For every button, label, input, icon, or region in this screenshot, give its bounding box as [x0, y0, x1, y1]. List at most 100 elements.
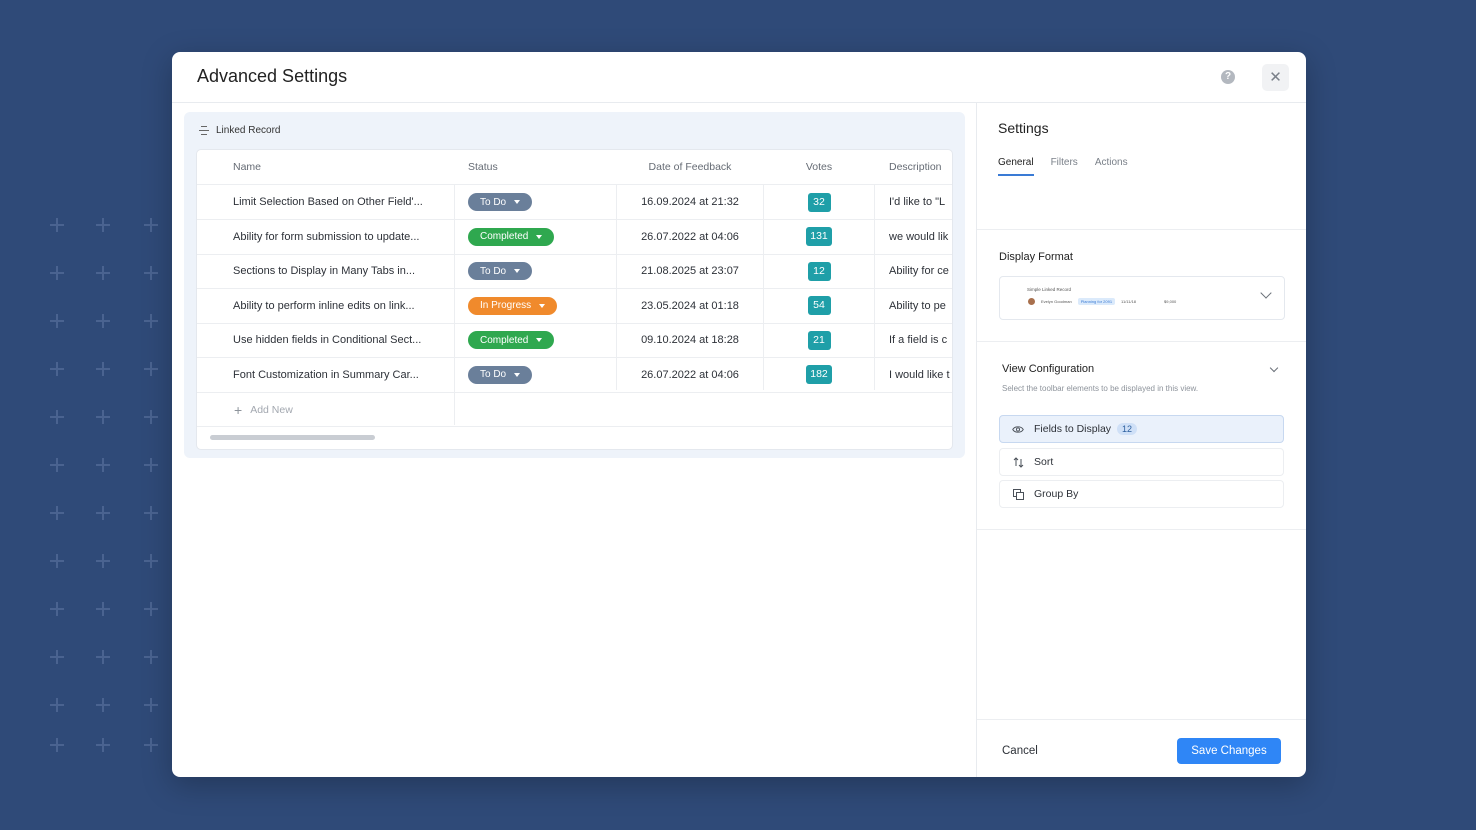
- row-date: 16.09.2024 at 21:32: [641, 196, 739, 208]
- status-dropdown[interactable]: To Do: [468, 262, 533, 280]
- status-dropdown[interactable]: Completed: [468, 227, 555, 246]
- row-name: Limit Selection Based on Other Field'...: [233, 196, 423, 208]
- avatar: [1028, 298, 1035, 305]
- advanced-settings-modal: Advanced Settings ? ✕ Linked Record Name…: [172, 52, 1306, 777]
- row-status: Completed: [468, 323, 613, 357]
- plus-icon: +: [234, 401, 243, 418]
- eye-icon: [1012, 423, 1024, 435]
- status-label: To Do: [480, 196, 507, 208]
- cancel-button[interactable]: Cancel: [1002, 745, 1038, 757]
- caret-down-icon: [514, 269, 521, 273]
- group-icon: [1012, 488, 1024, 500]
- table-row[interactable]: Ability to perform inline edits on link.…: [197, 289, 952, 324]
- close-button[interactable]: ✕: [1262, 64, 1289, 91]
- column-divider: [763, 185, 764, 390]
- format-preview-row: Evelyn Goodman Planning for 2091 11/11/1…: [1028, 298, 1176, 305]
- settings-pane: Settings General Filters Actions Display…: [976, 103, 1306, 777]
- sort-label: Sort: [1034, 456, 1054, 468]
- records-table: Name Status Date of Feedback Votes Descr…: [196, 149, 953, 450]
- caret-down-icon: [514, 372, 521, 377]
- background-decoration: [50, 218, 180, 758]
- row-description: Ability to pe: [889, 299, 946, 312]
- modal-title: Advanced Settings: [197, 66, 348, 86]
- modal-footer: Cancel Save Changes: [977, 719, 1306, 777]
- linked-record-title: Linked Record: [216, 125, 281, 136]
- table-row[interactable]: Use hidden fields in Conditional Sect...…: [197, 323, 952, 358]
- view-configuration-label: View Configuration: [1002, 363, 1095, 375]
- status-label: Completed: [480, 231, 529, 242]
- caret-down-icon: [539, 303, 546, 308]
- add-new-row: + Add New: [197, 392, 952, 427]
- row-name: Use hidden fields in Conditional Sect...: [233, 334, 422, 346]
- row-status: To Do: [468, 254, 613, 288]
- vote-badge: 32: [807, 192, 831, 212]
- format-preview-date: 11/11/18: [1121, 299, 1137, 304]
- column-divider: [454, 185, 455, 425]
- settings-title: Settings: [998, 120, 1049, 136]
- column-header-date[interactable]: Date of Feedback: [616, 150, 764, 184]
- vote-badge: 12: [807, 261, 831, 281]
- group-by-item[interactable]: Group By: [999, 480, 1284, 508]
- vote-badge: 182: [806, 365, 832, 384]
- status-dropdown[interactable]: In Progress: [468, 296, 558, 315]
- row-description: If a field is c: [889, 334, 948, 346]
- row-votes: 32: [764, 185, 874, 219]
- row-date: 23.05.2024 at 01:18: [641, 299, 739, 312]
- column-header-name[interactable]: Name: [233, 150, 453, 184]
- divider: [977, 529, 1306, 530]
- tab-general[interactable]: General: [998, 157, 1034, 176]
- horizontal-scrollbar[interactable]: [210, 435, 375, 440]
- status-dropdown[interactable]: Completed: [468, 331, 555, 349]
- row-status: To Do: [468, 358, 613, 392]
- save-changes-button[interactable]: Save Changes: [1177, 738, 1281, 764]
- view-configuration-subtitle: Select the toolbar elements to be displa…: [1002, 384, 1199, 393]
- fields-to-display-item[interactable]: Fields to Display 12: [999, 415, 1284, 443]
- format-preview-name: Evelyn Goodman: [1041, 299, 1072, 304]
- row-date: 09.10.2024 at 18:28: [641, 334, 739, 346]
- column-divider: [874, 185, 875, 390]
- column-header-status[interactable]: Status: [468, 150, 613, 184]
- divider: [977, 229, 1306, 230]
- row-status: In Progress: [468, 289, 613, 323]
- table-row[interactable]: Limit Selection Based on Other Field'...…: [197, 185, 952, 220]
- sort-icon: [1012, 456, 1024, 468]
- format-preview-tag: Planning for 2091: [1077, 298, 1116, 305]
- row-name: Font Customization in Summary Car...: [233, 368, 419, 381]
- status-label: Completed: [480, 334, 529, 346]
- sort-item[interactable]: Sort: [999, 448, 1284, 476]
- list-icon: [199, 126, 209, 135]
- add-new-label: Add New: [250, 403, 293, 416]
- count-badge: 12: [1117, 423, 1138, 435]
- divider: [977, 341, 1306, 342]
- caret-down-icon: [514, 200, 521, 204]
- status-dropdown[interactable]: To Do: [468, 365, 533, 384]
- column-header-description[interactable]: Description: [889, 150, 952, 184]
- table-row[interactable]: Sections to Display in Many Tabs in... To…: [197, 254, 952, 289]
- row-description: Ability for ce: [889, 265, 949, 277]
- format-preview-amount: $9,000: [1164, 299, 1177, 304]
- row-description: we would lik: [889, 230, 949, 243]
- tab-filters[interactable]: Filters: [1051, 157, 1078, 176]
- status-dropdown[interactable]: To Do: [468, 193, 533, 211]
- row-name: Sections to Display in Many Tabs in...: [233, 265, 415, 277]
- status-label: To Do: [480, 369, 507, 380]
- tab-actions[interactable]: Actions: [1095, 157, 1128, 176]
- format-preview-title: Simple Linked Record: [1027, 287, 1072, 292]
- row-votes: 182: [764, 358, 874, 392]
- caret-down-icon: [536, 234, 543, 239]
- fields-to-display-label: Fields to Display: [1034, 423, 1112, 435]
- display-format-select[interactable]: Simple Linked Record Evelyn Goodman Plan…: [999, 276, 1285, 320]
- table-row[interactable]: Font Customization in Summary Car... To D…: [197, 358, 952, 393]
- question-circle-icon[interactable]: ?: [1221, 70, 1235, 84]
- vote-badge: 54: [807, 296, 831, 315]
- column-divider: [616, 185, 617, 390]
- status-label: In Progress: [480, 300, 532, 311]
- column-header-votes[interactable]: Votes: [764, 150, 874, 184]
- row-name: Ability to perform inline edits on link.…: [233, 299, 415, 312]
- status-label: To Do: [480, 265, 507, 277]
- add-new-button[interactable]: + Add New: [234, 392, 293, 427]
- table-row[interactable]: Ability for form submission to update...…: [197, 220, 952, 255]
- row-description: I would like t: [889, 368, 950, 381]
- chevron-down-icon[interactable]: [1269, 363, 1279, 373]
- display-format-label: Display Format: [999, 251, 1073, 263]
